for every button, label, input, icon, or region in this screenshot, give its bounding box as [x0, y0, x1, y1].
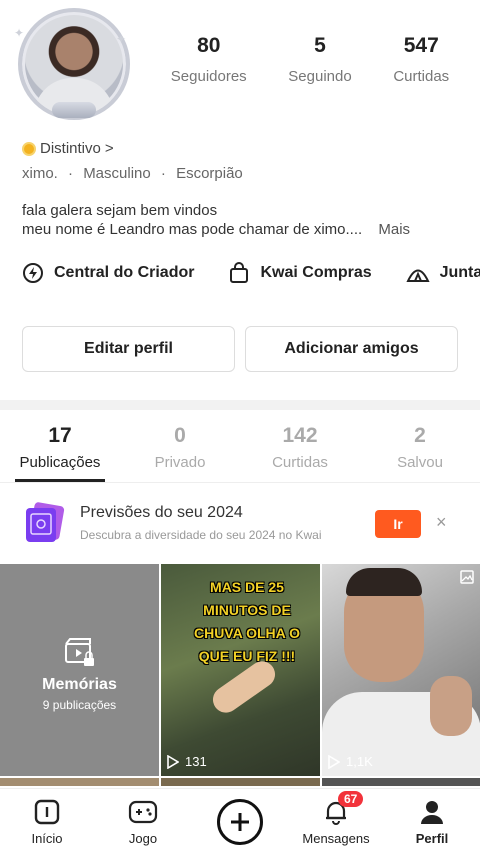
- tab-count: 17: [48, 424, 72, 447]
- shortcuts-row: Central do Criador Kwai Compras Juntar-: [22, 262, 480, 284]
- gender: Masculino: [83, 165, 151, 182]
- promo-go-button[interactable]: Ir: [375, 510, 421, 538]
- video-thumbnail[interactable]: MAS DE 25 MINUTOS DE CHUVA OLHA O QUE EU…: [161, 564, 320, 776]
- gamepad-icon: [128, 800, 158, 824]
- clapperboard-lock-icon: [65, 638, 94, 666]
- badge-link[interactable]: Distintivo >: [22, 140, 114, 157]
- image-icon: [460, 570, 474, 584]
- profile-stats: 80 Seguidores 5 Seguindo 547 Curtidas: [150, 34, 470, 85]
- badge-icon: [22, 141, 36, 156]
- play-icon: [328, 754, 340, 769]
- bolt-circle-icon: [23, 263, 43, 283]
- username: ximo.: [22, 165, 58, 182]
- next-row-thumbnail[interactable]: [322, 778, 480, 786]
- memories-title: Memórias: [42, 676, 117, 693]
- view-count-value: 131: [185, 754, 207, 769]
- add-friends-button[interactable]: Adicionar amigos: [245, 326, 458, 372]
- messages-badge: 67: [338, 791, 364, 807]
- shortcut-join[interactable]: Juntar-: [406, 262, 480, 284]
- nav-messages[interactable]: 67 Mensagens: [296, 791, 376, 846]
- shortcut-label: Kwai Compras: [260, 264, 372, 281]
- plus-icon: [231, 813, 249, 831]
- nav-label: Jogo: [128, 831, 158, 846]
- promo-subtitle: Descubra a diversidade do seu 2024 no Kw…: [80, 528, 322, 542]
- view-count-value: 1,1K: [346, 754, 373, 769]
- stat-label: Seguidores: [170, 68, 247, 85]
- next-row-thumbnail[interactable]: [0, 778, 159, 786]
- stat-likes[interactable]: 547 Curtidas: [393, 34, 449, 85]
- stat-label: Curtidas: [393, 68, 450, 85]
- tab-likes[interactable]: 142 Curtidas: [240, 424, 360, 471]
- person-icon: [421, 801, 443, 824]
- shortcut-kwai-shop[interactable]: Kwai Compras: [228, 262, 372, 284]
- shopping-bag-icon: [230, 262, 249, 283]
- calendar-cards-icon: [26, 502, 65, 542]
- memories-tile[interactable]: Memórias 9 publicações: [0, 564, 159, 776]
- tab-label: Curtidas: [272, 454, 328, 471]
- bio-line: fala galera sejam bem vindos: [22, 202, 218, 219]
- stat-value: 80: [197, 34, 221, 57]
- tabs-border: [0, 482, 480, 483]
- tab-label: Privado: [154, 454, 206, 471]
- home-icon: [34, 799, 60, 825]
- play-icon: [167, 754, 179, 769]
- nav-label: Início: [31, 831, 63, 846]
- tab-label: Salvou: [397, 454, 443, 471]
- stat-following[interactable]: 5 Seguindo: [288, 34, 351, 85]
- next-row-thumbnail[interactable]: [161, 778, 320, 786]
- content-tabs: 17 Publicações 0 Privado 142 Curtidas 2 …: [0, 424, 480, 482]
- video-caption: MAS DE 25 MINUTOS DE CHUVA OLHA O QUE EU…: [193, 579, 301, 664]
- tab-private[interactable]: 0 Privado: [120, 424, 240, 471]
- sparkle-icon: ✦: [116, 32, 127, 46]
- stat-followers[interactable]: 80 Seguidores: [171, 34, 247, 85]
- tent-icon: [406, 269, 430, 282]
- profile-header: ✦ ✦ 80 Seguidores 5 Seguindo 547 Curtida…: [0, 0, 480, 120]
- tab-count: 2: [414, 424, 426, 447]
- meta-separator: ·: [160, 165, 166, 182]
- tab-label: Publicações: [19, 454, 101, 471]
- edit-profile-button[interactable]: Editar perfil: [22, 326, 235, 372]
- nav-label: Mensagens: [302, 831, 370, 846]
- profile-actions: Editar perfil Adicionar amigos: [22, 326, 458, 372]
- chevron-right-icon: >: [104, 140, 114, 157]
- section-divider: [0, 400, 480, 410]
- nav-profile[interactable]: Perfil: [392, 799, 472, 846]
- stat-value: 547: [403, 34, 439, 57]
- nav-home[interactable]: Início: [7, 799, 87, 846]
- stat-value: 5: [314, 34, 326, 57]
- close-icon[interactable]: ×: [436, 512, 447, 533]
- video-thumbnail[interactable]: 1,1K: [322, 564, 480, 776]
- badge-label: Distintivo: [40, 140, 101, 157]
- tab-publications[interactable]: 17 Publicações: [0, 424, 120, 482]
- profile-meta: ximo. · Masculino · Escorpião: [22, 165, 249, 182]
- shortcut-label: Juntar-: [439, 264, 480, 281]
- memories-count: 9 publicações: [42, 698, 117, 712]
- create-post-button[interactable]: [217, 799, 263, 845]
- tab-count: 0: [174, 424, 186, 447]
- avatar[interactable]: ✦ ✦: [14, 8, 130, 120]
- nav-label: Perfil: [415, 831, 449, 846]
- avatar-frame-badge: [52, 102, 96, 118]
- view-count: 1,1K: [328, 754, 373, 769]
- promo-title: Previsões do seu 2024: [80, 504, 243, 521]
- bio: fala galera sejam bem vindos meu nome é …: [22, 201, 410, 239]
- view-count: 131: [167, 754, 207, 769]
- bio-more-link[interactable]: Mais: [378, 221, 410, 238]
- bio-line: meu nome é Leandro mas pode chamar de xi…: [22, 221, 363, 238]
- shortcut-label: Central do Criador: [54, 264, 195, 281]
- meta-separator: ·: [68, 165, 74, 182]
- tab-saved[interactable]: 2 Salvou: [360, 424, 480, 471]
- bottom-navigation: Início Jogo 67 Mensagens Perfil: [0, 788, 480, 854]
- video-image: [430, 676, 472, 736]
- nav-games[interactable]: Jogo: [103, 799, 183, 846]
- stat-label: Seguindo: [288, 68, 352, 85]
- sparkle-icon: ✦: [14, 26, 25, 40]
- tab-count: 142: [282, 424, 318, 447]
- posts-grid: Memórias 9 publicações MAS DE 25 MINUTOS…: [0, 564, 480, 786]
- shortcut-creator-center[interactable]: Central do Criador: [22, 262, 194, 284]
- video-image: [346, 568, 422, 596]
- zodiac-sign: Escorpião: [176, 165, 243, 182]
- promo-banner[interactable]: Previsões do seu 2024 Descubra a diversi…: [0, 490, 480, 558]
